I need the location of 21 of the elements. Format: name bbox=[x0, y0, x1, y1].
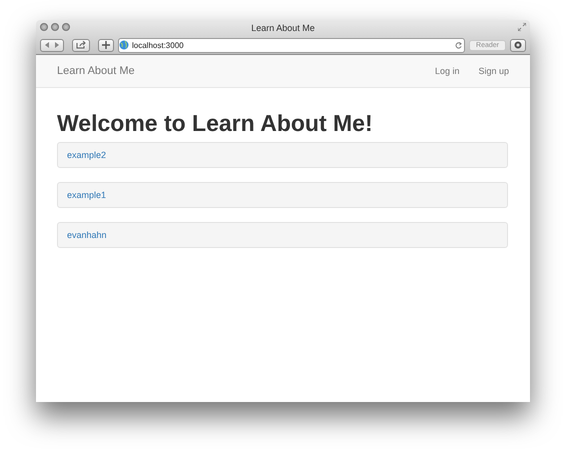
plus-icon bbox=[102, 41, 110, 49]
nav-link[interactable]: Sign up bbox=[478, 66, 509, 76]
reload-icon[interactable] bbox=[455, 42, 462, 48]
share-button[interactable] bbox=[72, 38, 90, 52]
address-field[interactable]: localhost:3000 bbox=[118, 38, 466, 52]
nav-link[interactable]: Log in bbox=[434, 66, 460, 76]
user-link[interactable]: example1 bbox=[67, 190, 106, 200]
share-icon bbox=[76, 41, 86, 49]
add-button[interactable] bbox=[98, 38, 114, 52]
user-link[interactable]: example2 bbox=[67, 150, 106, 160]
page-heading: Welcome to Learn About Me! bbox=[57, 110, 374, 137]
user-link[interactable]: evanhahn bbox=[67, 230, 107, 240]
downloads-button[interactable] bbox=[510, 38, 526, 52]
arrows-icon bbox=[44, 42, 60, 48]
url-text: localhost:3000 bbox=[132, 40, 185, 50]
circle-icon bbox=[514, 41, 522, 49]
window-title: Learn About Me bbox=[251, 23, 315, 33]
back-forward-button[interactable] bbox=[40, 38, 64, 52]
globe-icon bbox=[119, 40, 129, 50]
brand-link[interactable]: Learn About Me bbox=[57, 65, 416, 77]
fullscreen-icon[interactable] bbox=[518, 23, 526, 31]
